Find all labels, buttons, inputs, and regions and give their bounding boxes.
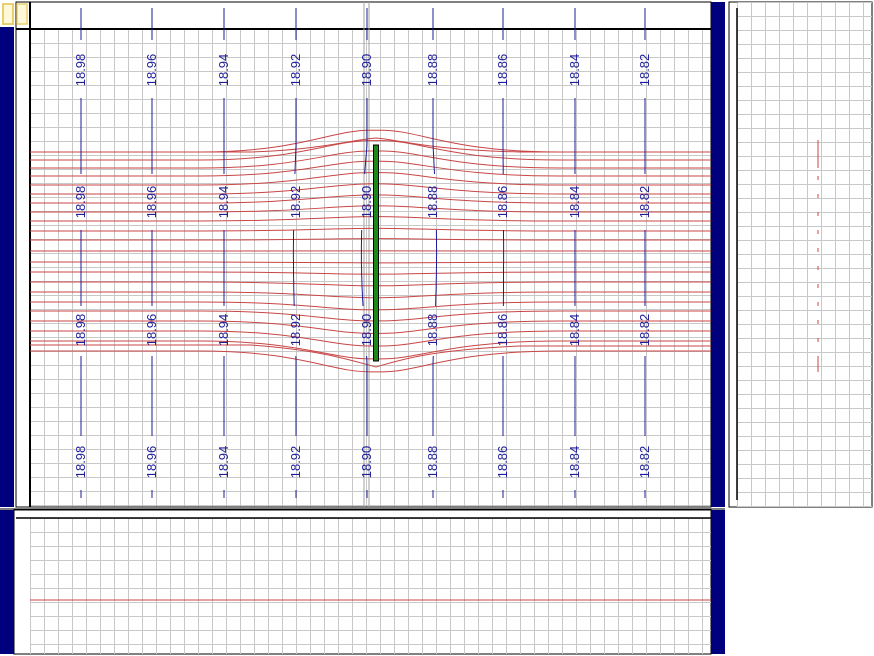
contour-label: 18.90	[359, 446, 374, 479]
contour-label: 18.98	[73, 446, 88, 479]
square-handle-icon[interactable]	[2, 3, 14, 25]
contour-label: 18.92	[288, 314, 303, 347]
plan-view-panel[interactable]: 18.98 18.98 18.98 18.98 18.96 18.96 18.96 18.96…	[2, 1, 724, 508]
contour-label: 18.82	[637, 314, 652, 347]
plan-right-scrollbar[interactable]	[711, 2, 725, 507]
contour-label: 18.84	[567, 446, 582, 479]
contour-label: 18.82	[637, 186, 652, 219]
profile-left-scrollbar[interactable]	[0, 510, 14, 654]
model-viewport[interactable]: 18.98 18.98 18.98 18.98 18.96 18.96 18.96 18.96…	[0, 0, 874, 656]
contour-label: 18.96	[144, 314, 159, 347]
contour-label: 18.92	[288, 54, 303, 87]
contour-label: 18.90	[359, 186, 374, 219]
contour-label: 18.96	[144, 54, 159, 87]
contour-label: 18.96	[144, 446, 159, 479]
plan-right-scrollbar-top	[711, 2, 725, 15]
barrier-wall[interactable]	[373, 144, 379, 362]
contour-label: 18.86	[495, 54, 510, 87]
contour-label: 18.90	[359, 54, 374, 87]
contour-label: 18.94	[216, 446, 231, 479]
contour-label: 18.82	[637, 446, 652, 479]
contour-label: 18.94	[216, 186, 231, 219]
contour-label: 18.88	[425, 446, 440, 479]
contour-label: 18.88	[425, 314, 440, 347]
contour-label: 18.84	[567, 54, 582, 87]
plan-left-scrollbar[interactable]	[0, 27, 14, 507]
square-handle-icon[interactable]	[16, 3, 28, 25]
contour-label: 18.92	[288, 186, 303, 219]
profile-right-scrollbar[interactable]	[711, 510, 725, 654]
contour-label: 18.82	[637, 54, 652, 87]
cross-section-panel[interactable]	[728, 1, 873, 508]
contour-label: 18.94	[216, 314, 231, 347]
profile-panel[interactable]	[13, 509, 712, 655]
contour-label: 18.90	[359, 314, 374, 347]
contour-label: 18.98	[73, 314, 88, 347]
contour-label: 18.86	[495, 314, 510, 347]
contour-label: 18.98	[73, 54, 88, 87]
contour-label: 18.98	[73, 186, 88, 219]
profile-background	[13, 509, 712, 655]
contour-label: 18.88	[425, 54, 440, 87]
contour-label: 18.88	[425, 186, 440, 219]
contour-label: 18.84	[567, 186, 582, 219]
contour-label: 18.84	[567, 314, 582, 347]
contour-label: 18.92	[288, 446, 303, 479]
contour-label: 18.94	[216, 54, 231, 87]
contour-label: 18.86	[495, 186, 510, 219]
contour-label: 18.86	[495, 446, 510, 479]
contour-label: 18.96	[144, 186, 159, 219]
